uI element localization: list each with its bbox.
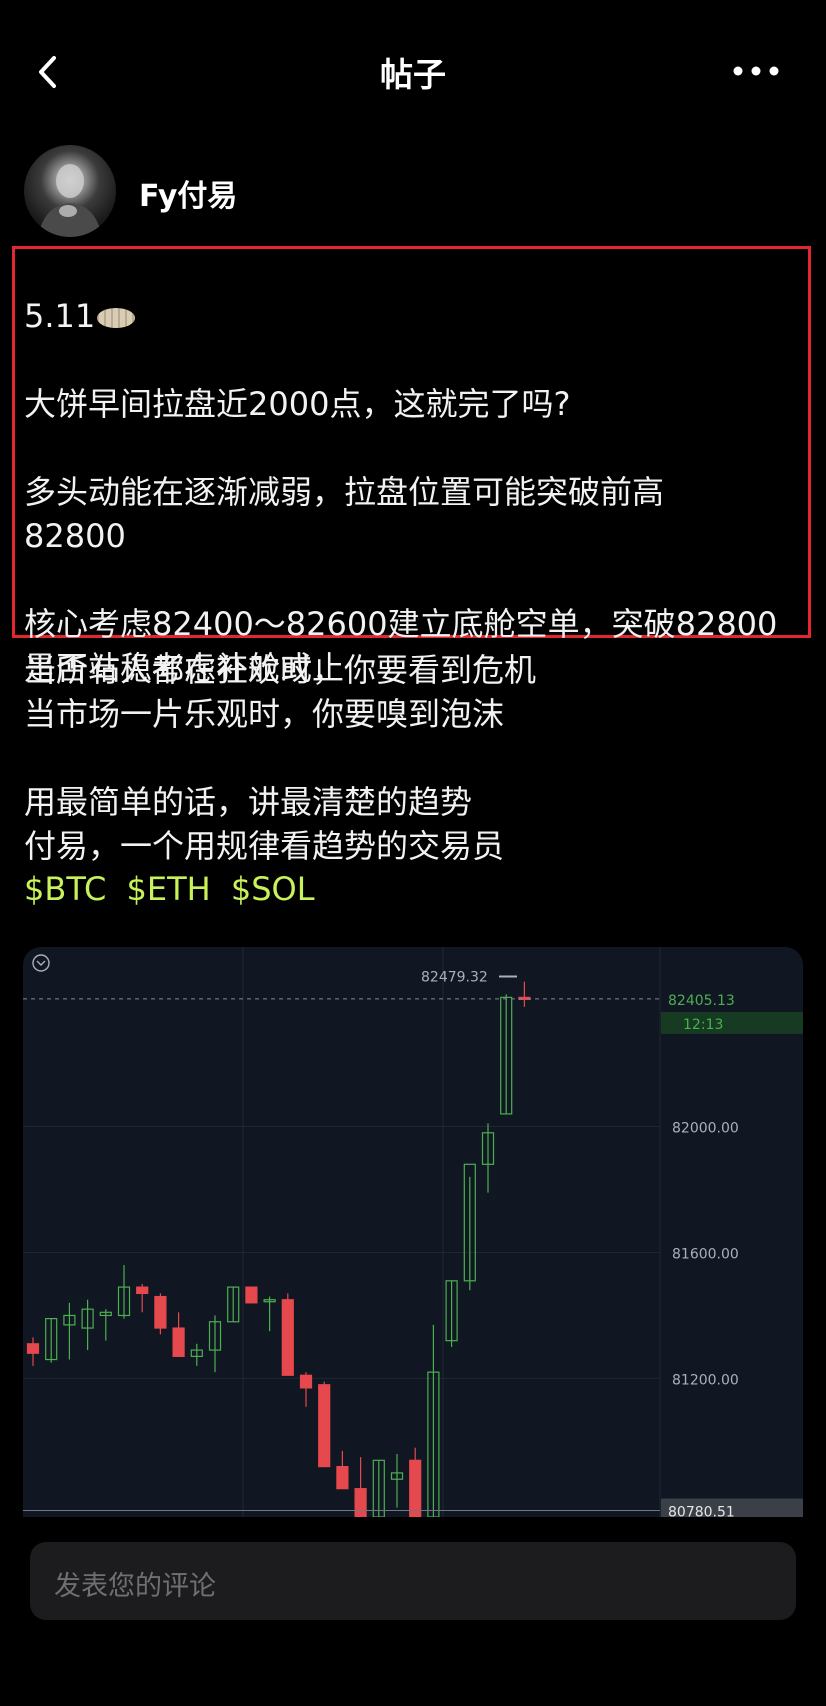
candle-body [281, 1299, 294, 1376]
top-bar: 帖子 [0, 0, 826, 145]
comment-placeholder: 发表您的评论 [54, 1571, 216, 1602]
countdown-label: 12:13 [683, 1017, 723, 1033]
avatar[interactable] [24, 145, 116, 237]
candle-body [354, 1488, 367, 1517]
candle-body [409, 1459, 422, 1517]
y-tick-label: 81200.00 [672, 1372, 739, 1388]
page-title: 帖子 [380, 55, 446, 94]
author-name[interactable]: Fy付易 [139, 171, 237, 215]
candle-body [318, 1384, 331, 1468]
current-price-label: 82405.13 [668, 993, 735, 1009]
candle-body [26, 1343, 40, 1354]
more-horizontal-icon [733, 66, 779, 76]
post-date: 5.11 [24, 297, 96, 335]
post-highlight-body: 大饼早间拉盘近2000点，这就完了吗? 多头动能在逐渐减弱，拉盘位置可能突破前高… [24, 385, 778, 687]
candle-body [136, 1286, 149, 1295]
candlestick-chart: 82000.00 81600.00 81200.00 82405.13 12:13 824… [23, 947, 803, 1517]
tag-btc[interactable]: $BTC [24, 870, 106, 908]
post-tags: $BTC $ETH $SOL [24, 870, 325, 908]
avatar-portrait [38, 164, 102, 237]
high-price-label: 82479.32 [421, 970, 488, 986]
pancake-emoji-icon [97, 308, 136, 328]
y-tick-label: 82000.00 [672, 1121, 739, 1137]
chart-collapse-icon [32, 954, 50, 972]
low-price-label: 80780.51 [668, 1505, 735, 1517]
candle-body [172, 1327, 185, 1357]
more-options-button[interactable] [728, 56, 784, 86]
candle-body [154, 1295, 167, 1329]
comment-input[interactable]: 发表您的评论 [30, 1542, 796, 1620]
tag-eth[interactable]: $ETH [127, 870, 211, 908]
candle-body [299, 1374, 313, 1389]
tag-sol[interactable]: $SOL [231, 870, 315, 908]
y-tick-label: 81600.00 [672, 1246, 739, 1262]
candle-body [336, 1466, 349, 1490]
post-body-text: 当所有人都在狂欢时，你要看到危机 当市场一片乐观时，你要嗅到泡沫 用最简单的话，… [24, 651, 537, 865]
candle-body [245, 1286, 258, 1304]
post-date-line: 5.11 [24, 294, 814, 338]
price-chart[interactable]: 82000.00 81600.00 81200.00 82405.13 12:13 824… [23, 947, 803, 1517]
